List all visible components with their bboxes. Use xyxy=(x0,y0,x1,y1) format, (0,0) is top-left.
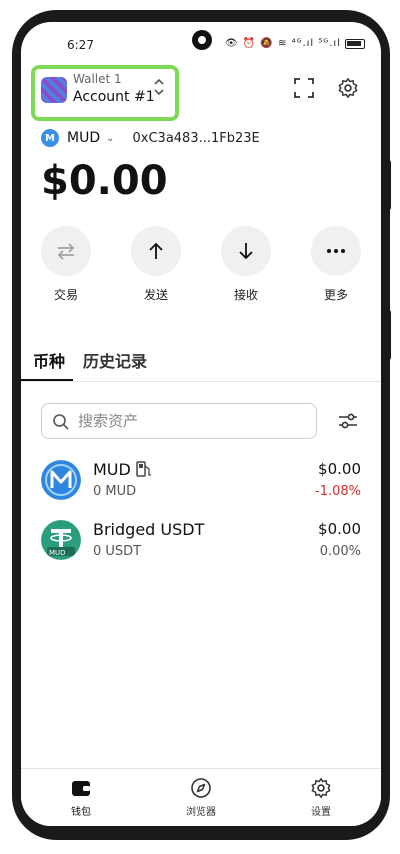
filter-icon[interactable] xyxy=(337,410,359,432)
swap-label: 交易 xyxy=(53,288,78,302)
asset-row-usdt[interactable]: MUD Bridged USDT 0 USDT $0.00 0.00% xyxy=(21,516,381,566)
send-button[interactable] xyxy=(131,226,181,276)
chevron-down-icon: ⌄ xyxy=(106,132,115,144)
asset-amount: 0 USDT xyxy=(93,544,142,559)
asset-amount: 0 MUD xyxy=(93,484,137,499)
front-camera xyxy=(192,30,212,50)
bottom-navigation: 钱包 浏览器 设置 xyxy=(21,768,381,826)
status-icons: 👁 ⏰ 🔕 ≋ ⁴ᴳ.ıl ⁵ᴳ.ıl xyxy=(225,38,365,49)
volume-button xyxy=(386,160,391,210)
receive-action[interactable]: 接收 xyxy=(221,226,271,303)
account-address[interactable]: 0xC3a483...1Fb23E xyxy=(133,131,260,146)
more-icon xyxy=(327,249,345,253)
gas-pump-icon xyxy=(136,461,151,477)
more-button[interactable] xyxy=(311,226,361,276)
status-time: 6:27 xyxy=(67,38,94,52)
active-tab-indicator xyxy=(21,379,73,381)
asset-change: -1.08% xyxy=(315,484,361,499)
receive-label: 接收 xyxy=(233,288,258,302)
arrow-up-icon xyxy=(149,242,163,259)
more-label: 更多 xyxy=(323,288,348,302)
tab-history[interactable]: 历史记录 xyxy=(83,348,147,372)
search-box[interactable] xyxy=(41,403,317,439)
mud-token-logo xyxy=(41,460,81,500)
asset-tabs: 币种 历史记录 xyxy=(21,342,381,382)
asset-value: $0.00 xyxy=(318,460,361,478)
compass-icon xyxy=(191,778,211,798)
power-button xyxy=(386,310,391,360)
asset-value: $0.00 xyxy=(318,520,361,538)
scan-icon[interactable] xyxy=(293,77,315,99)
asset-name: MUD xyxy=(93,460,131,479)
nav-browser-label: 浏览器 xyxy=(186,807,216,818)
send-label: 发送 xyxy=(143,288,168,302)
asset-name: Bridged USDT xyxy=(93,520,205,539)
wallet-label: Wallet 1 xyxy=(73,72,122,86)
status-bar: 6:27 👁 ⏰ 🔕 ≋ ⁴ᴳ.ıl ⁵ᴳ.ıl xyxy=(21,22,381,62)
nav-settings[interactable]: 设置 xyxy=(291,777,351,818)
app-screen: 6:27 👁 ⏰ 🔕 ≋ ⁴ᴳ.ıl ⁵ᴳ.ıl Wallet 1 Accoun… xyxy=(21,22,381,826)
status-indicators: 👁 ⏰ 🔕 ≋ ⁴ᴳ.ıl ⁵ᴳ.ıl xyxy=(224,38,341,49)
battery-icon xyxy=(345,38,365,49)
chevron-up-down-icon xyxy=(153,77,165,98)
tab-tokens[interactable]: 币种 xyxy=(33,348,65,372)
nav-settings-label: 设置 xyxy=(311,807,331,818)
nav-browser[interactable]: 浏览器 xyxy=(171,777,231,818)
send-action[interactable]: 发送 xyxy=(131,226,181,303)
asset-row-mud[interactable]: MUD 0 MUD $0.00 -1.08% xyxy=(21,456,381,506)
arrow-down-icon xyxy=(239,243,253,260)
account-selector[interactable]: Wallet 1 Account #1 xyxy=(31,65,179,121)
search-input[interactable] xyxy=(78,410,308,432)
nav-wallet[interactable]: 钱包 xyxy=(51,777,111,818)
account-name: Account #1 xyxy=(73,89,155,105)
usdt-network-badge: MUD xyxy=(49,549,66,557)
swap-button[interactable] xyxy=(41,226,91,276)
settings-gear-icon[interactable] xyxy=(337,77,359,99)
mud-network-icon: M xyxy=(41,129,59,147)
asset-change: 0.00% xyxy=(319,544,361,559)
total-balance: $0.00 xyxy=(41,158,168,204)
network-selector[interactable]: M MUD ⌄ 0xC3a483...1Fb23E xyxy=(41,128,260,148)
wallet-icon xyxy=(72,781,90,796)
receive-button[interactable] xyxy=(221,226,271,276)
nav-wallet-label: 钱包 xyxy=(71,807,91,818)
swap-action[interactable]: 交易 xyxy=(41,226,91,303)
search-icon xyxy=(53,414,69,430)
gear-icon xyxy=(311,778,331,798)
swap-icon xyxy=(57,243,75,260)
more-action[interactable]: 更多 xyxy=(311,226,361,303)
network-name: MUD xyxy=(67,130,101,146)
account-avatar xyxy=(41,77,67,103)
